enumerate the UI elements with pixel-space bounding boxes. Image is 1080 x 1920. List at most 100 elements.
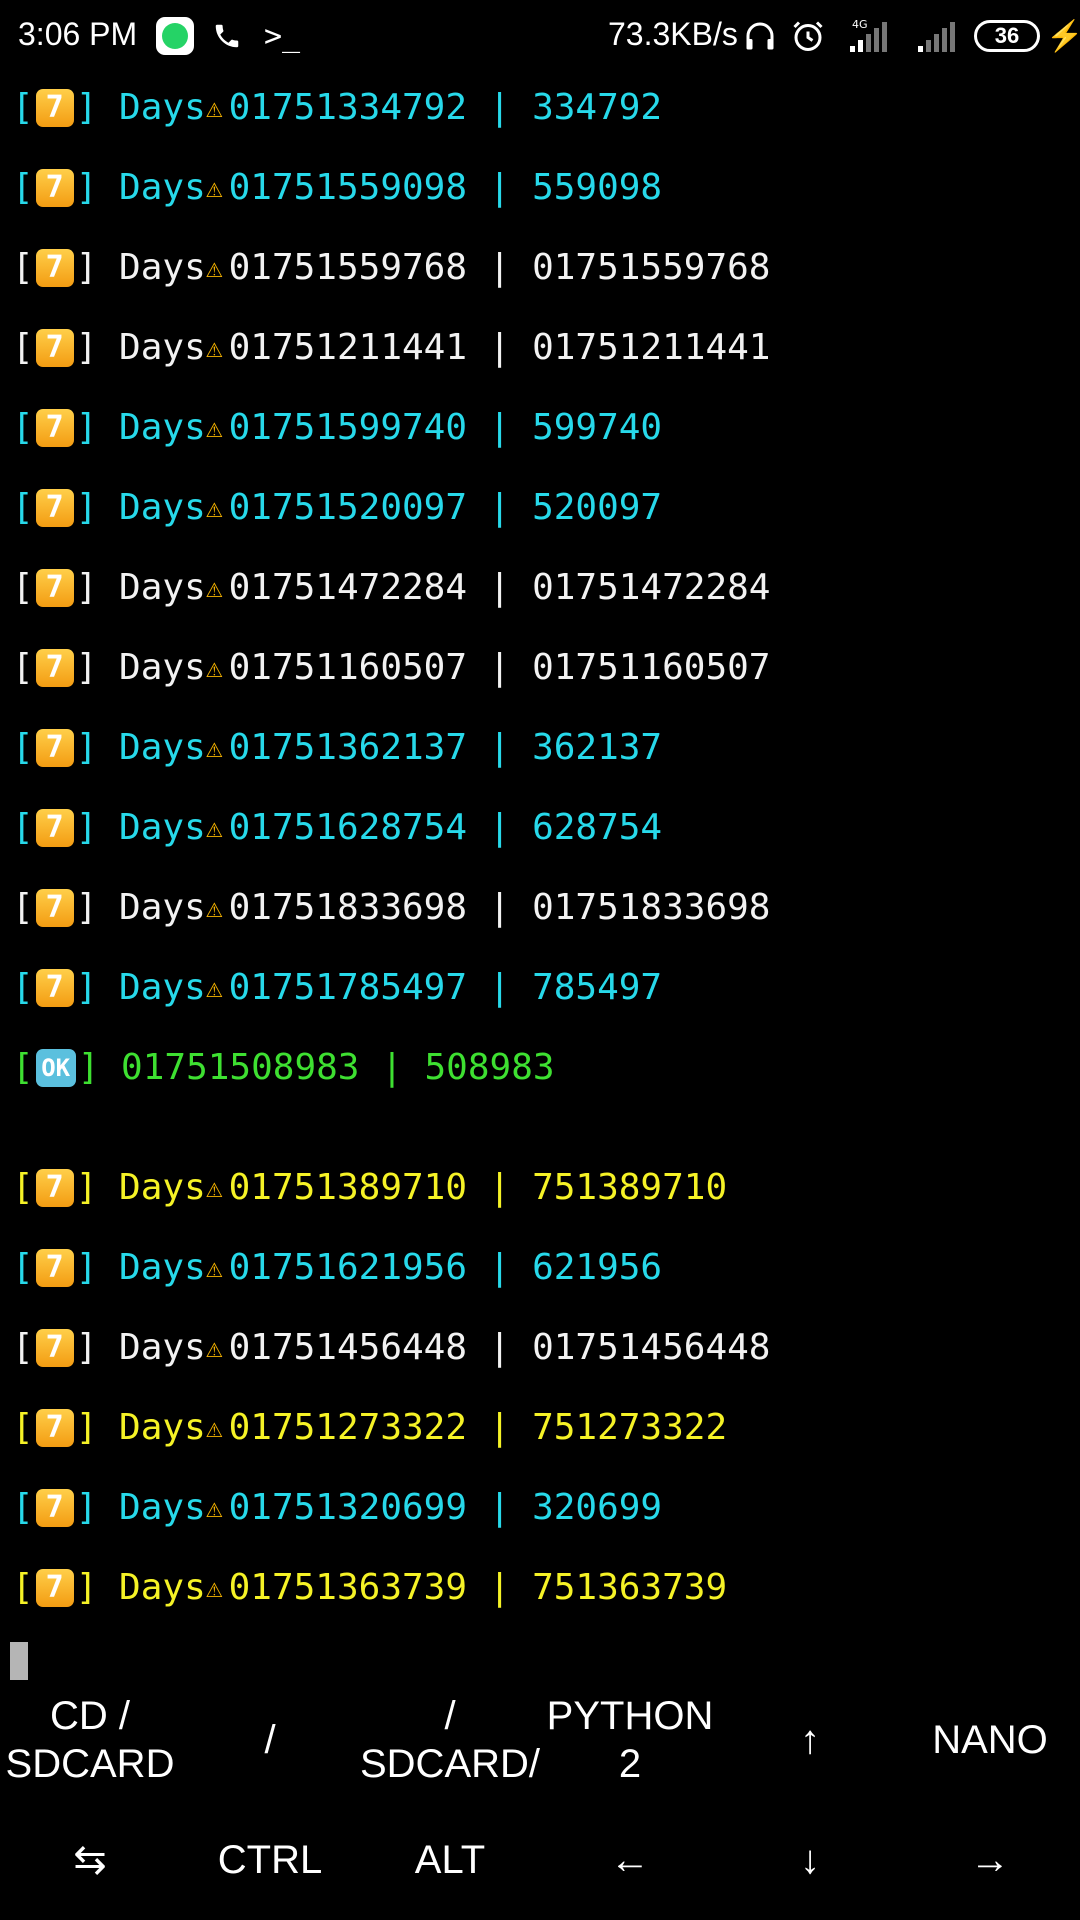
warning-icon: ⚠ (205, 1491, 223, 1524)
days-badge: 7 (35, 249, 74, 287)
bracket-close: ] (75, 1167, 120, 1208)
days-label: Days (119, 87, 206, 128)
terminal-line: [7] Days ⚠ 01751520097 | 520097 (12, 468, 1072, 548)
warning-icon: ⚠ (205, 571, 223, 604)
phone-number: 01751628754 (228, 807, 468, 848)
phone-number: 01751456448 (228, 1327, 468, 1368)
separator: | (467, 727, 533, 768)
password-value: 599740 (532, 407, 663, 448)
terminal-line: [7] Days ⚠ 01751472284 | 01751472284 (12, 548, 1072, 628)
key-python-2[interactable]: PYTHON 2 (540, 1680, 720, 1800)
days-label: Days (119, 807, 206, 848)
phone-number: 01751389710 (228, 1167, 468, 1208)
days-label: Days (119, 1167, 206, 1208)
password-value: 751363739 (532, 1567, 728, 1608)
days-badge: 7 (35, 569, 74, 607)
terminal-line: [7] Days ⚠ 01751785497 | 785497 (12, 948, 1072, 1028)
warning-icon: ⚠ (205, 411, 223, 444)
days-badge: 7 (35, 1409, 74, 1447)
terminal-line: [7] Days ⚠ 01751456448 | 01751456448 (12, 1308, 1072, 1388)
separator: | (467, 967, 533, 1008)
password-value: 01751472284 (532, 567, 771, 608)
separator: | (467, 1407, 533, 1448)
bracket-close: ] (75, 1247, 120, 1288)
days-label: Days (119, 1487, 206, 1528)
password-value: 01751833698 (532, 887, 771, 928)
password-value: 508983 (424, 1047, 555, 1088)
key-alt[interactable]: ALT (360, 1800, 540, 1920)
days-badge: 7 (35, 1169, 74, 1207)
bracket-close: ] (75, 1487, 120, 1528)
separator: | (467, 807, 533, 848)
days-label: Days (119, 887, 206, 928)
network-speed: 73.3KB/s (608, 16, 738, 52)
password-value: 01751559768 (532, 247, 771, 288)
bracket-open: [ (12, 87, 34, 128)
phone-number: 01751472284 (228, 567, 468, 608)
phone-number: 01751599740 (228, 407, 468, 448)
key-cd-sdcard[interactable]: CD / SDCARD (0, 1680, 180, 1800)
bracket-close: ] (75, 727, 120, 768)
days-badge: 7 (35, 1329, 74, 1367)
ok-badge: OK (35, 1049, 76, 1087)
password-value: 362137 (532, 727, 663, 768)
password-value: 751273322 (532, 1407, 728, 1448)
key-[interactable]: ⇆ (0, 1800, 180, 1920)
key-[interactable]: / (180, 1680, 360, 1800)
key-nano[interactable]: NANO (900, 1680, 1080, 1800)
key-[interactable]: ↓ (720, 1800, 900, 1920)
warning-icon: ⚠ (205, 971, 223, 1004)
terminal-line: [7] Days ⚠ 01751833698 | 01751833698 (12, 868, 1072, 948)
extra-keys-bar: CD / SDCARD / / SDCARD/PYTHON 2 ↑ NANO ⇆ CTRL ALT ←… (0, 1680, 1080, 1920)
key-[interactable]: ↑ (720, 1680, 900, 1800)
key-sdcard[interactable]: / SDCARD/ (360, 1680, 540, 1800)
separator: | (467, 167, 533, 208)
separator: | (467, 487, 533, 528)
key-[interactable]: ← (540, 1800, 720, 1920)
days-label: Days (119, 167, 206, 208)
days-label: Days (119, 487, 206, 528)
phone-number: 01751508983 (121, 1047, 360, 1088)
bracket-close: ] (75, 1327, 120, 1368)
terminal-output[interactable]: [7] Days ⚠ 01751334792 | 334792[7] Days ⚠ 01… (12, 68, 1072, 1628)
bracket-close: ] (75, 567, 120, 608)
bracket-open: [ (12, 407, 34, 448)
days-label: Days (119, 967, 206, 1008)
terminal-line: [7] Days ⚠ 01751211441 | 01751211441 (12, 308, 1072, 388)
battery-icon: 36 (974, 20, 1040, 52)
days-label: Days (119, 407, 206, 448)
status-time: 3:06 PM (18, 16, 138, 52)
phone-number: 01751833698 (228, 887, 468, 928)
warning-icon: ⚠ (205, 251, 223, 284)
terminal-line: [7] Days ⚠ 01751363739 | 751363739 (12, 1548, 1072, 1628)
phone-number: 01751334792 (228, 87, 468, 128)
days-badge: 7 (35, 649, 74, 687)
bracket-open: [ (12, 807, 34, 848)
password-value: 320699 (532, 1487, 663, 1528)
warning-icon: ⚠ (205, 171, 223, 204)
separator: | (467, 1487, 533, 1528)
key-ctrl[interactable]: CTRL (180, 1800, 360, 1920)
phone-number: 01751621956 (228, 1247, 468, 1288)
days-badge: 7 (35, 809, 74, 847)
password-value: 559098 (532, 167, 663, 208)
status-bar: 3:06 PM >_ 73.3KB/s 4G 36 ⚡ (0, 0, 1080, 72)
separator: | (467, 887, 533, 928)
bracket-close: ] (77, 1047, 122, 1088)
days-badge: 7 (35, 169, 74, 207)
days-label: Days (119, 1327, 206, 1368)
password-value: 785497 (532, 967, 663, 1008)
password-value: 01751456448 (532, 1327, 771, 1368)
days-badge: 7 (35, 969, 74, 1007)
warning-icon: ⚠ (205, 891, 223, 924)
signal-icon: 4G (844, 14, 904, 58)
phone-number: 01751273322 (228, 1407, 468, 1448)
bracket-open: [ (12, 1567, 34, 1608)
alarm-icon (790, 14, 826, 58)
warning-icon: ⚠ (205, 1331, 223, 1364)
separator: | (467, 87, 533, 128)
key-[interactable]: → (900, 1800, 1080, 1920)
headset-icon (742, 14, 778, 58)
terminal-icon: >_ (264, 18, 301, 54)
bracket-close: ] (75, 647, 120, 688)
